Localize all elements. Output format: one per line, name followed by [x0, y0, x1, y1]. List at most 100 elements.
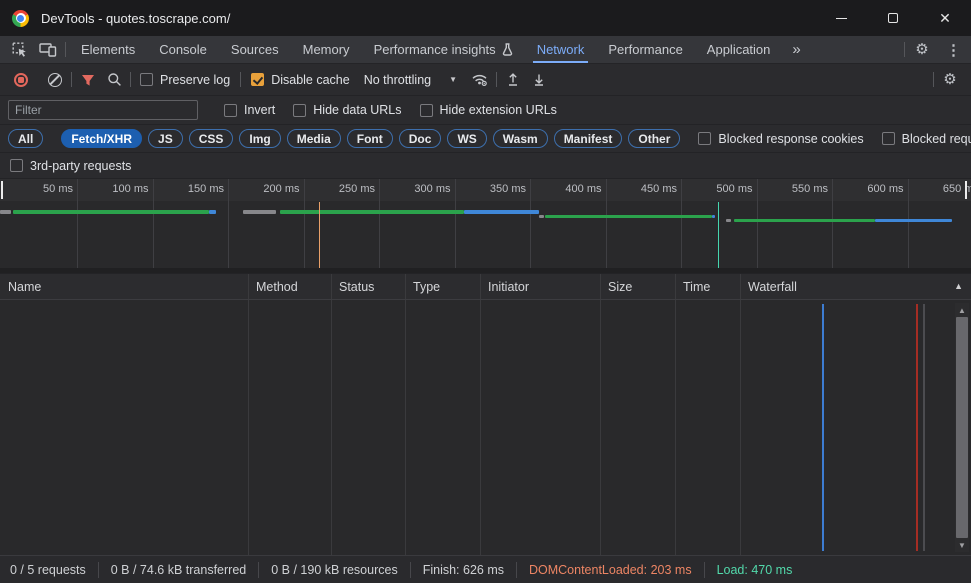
column-divider — [675, 300, 676, 555]
network-overview[interactable]: 50 ms100 ms150 ms200 ms250 ms300 ms350 m… — [0, 179, 971, 274]
filter-chip-font[interactable]: Font — [347, 129, 393, 148]
column-divider — [600, 300, 601, 555]
third-party-row: 3rd-party requests — [0, 153, 971, 179]
vertical-scrollbar[interactable]: ▲ ▼ — [955, 303, 969, 552]
ruler-label: 400 ms — [532, 183, 602, 195]
overview-request-bar — [0, 210, 11, 214]
column-header-size[interactable]: Size — [600, 274, 675, 299]
overview-handle-right[interactable] — [965, 181, 967, 199]
column-header-name[interactable]: Name — [0, 274, 248, 299]
filter-chip-other[interactable]: Other — [628, 129, 680, 148]
column-header-waterfall[interactable]: Waterfall — [740, 274, 971, 299]
column-divider — [480, 274, 481, 299]
filter-chip-all[interactable]: All — [8, 129, 43, 148]
tab-network[interactable]: Network — [525, 36, 597, 63]
network-settings-button[interactable]: ⚙ — [937, 68, 963, 92]
scroll-up-icon[interactable]: ▲ — [955, 303, 969, 317]
hide-extension-urls-checkbox[interactable]: Hide extension URLs — [420, 103, 557, 117]
search-button[interactable] — [101, 68, 127, 92]
network-toolbar: Preserve log Disable cache No throttling… — [0, 64, 971, 96]
separator — [65, 42, 66, 57]
column-divider — [740, 274, 741, 299]
tab-memory[interactable]: Memory — [291, 36, 362, 63]
chevron-down-icon: ▼ — [449, 75, 457, 84]
request-type-filters: All Fetch/XHR JS CSS Img Media Font Doc … — [0, 125, 971, 153]
ruler-label: 300 ms — [381, 183, 451, 195]
maximize-button[interactable] — [867, 0, 919, 36]
overview-handle-left[interactable] — [1, 181, 3, 199]
column-divider — [248, 274, 249, 299]
export-har-button[interactable] — [526, 68, 552, 92]
ruler-label: 250 ms — [305, 183, 375, 195]
blocked-requests-checkbox[interactable]: Blocked requests — [882, 132, 971, 146]
dom-content-loaded-time: DOMContentLoaded: 203 ms — [529, 563, 692, 577]
filter-row: Invert Hide data URLs Hide extension URL… — [0, 96, 971, 125]
third-party-requests-checkbox[interactable]: 3rd-party requests — [10, 159, 131, 173]
overview-request-bar — [875, 219, 952, 222]
funnel-icon — [81, 73, 95, 87]
inspect-element-button[interactable] — [6, 36, 34, 63]
column-divider — [331, 300, 332, 555]
filter-chip-media[interactable]: Media — [287, 129, 341, 148]
column-divider — [405, 274, 406, 299]
finish-time: Finish: 626 ms — [423, 563, 504, 577]
preserve-log-checkbox[interactable]: Preserve log — [140, 73, 230, 87]
minimize-button[interactable] — [815, 0, 867, 36]
close-button[interactable]: ✕ — [919, 0, 971, 36]
record-network-log-button[interactable] — [8, 68, 34, 92]
filter-chip-doc[interactable]: Doc — [399, 129, 442, 148]
chrome-logo-icon — [12, 10, 29, 27]
tab-elements[interactable]: Elements — [69, 36, 147, 63]
separator — [130, 72, 131, 87]
tab-application[interactable]: Application — [695, 36, 783, 63]
gear-icon: ⚙ — [915, 42, 928, 57]
column-header-type[interactable]: Type — [405, 274, 480, 299]
filter-chip-ws[interactable]: WS — [447, 129, 486, 148]
sort-ascending-icon[interactable]: ▲ — [954, 281, 963, 291]
column-header-method[interactable]: Method — [248, 274, 331, 299]
tab-performance[interactable]: Performance — [596, 36, 694, 63]
filter-toggle-button[interactable] — [75, 68, 101, 92]
tab-performance-insights[interactable]: Performance insights — [362, 36, 525, 63]
filter-input[interactable] — [8, 100, 198, 120]
hide-data-urls-checkbox[interactable]: Hide data URLs — [293, 103, 401, 117]
filter-chip-fetch-xhr[interactable]: Fetch/XHR — [61, 129, 142, 148]
network-conditions-button[interactable] — [467, 68, 493, 92]
main-menu-button[interactable]: ⋮ — [936, 41, 971, 59]
more-tabs-button[interactable]: » — [782, 36, 810, 63]
separator — [496, 72, 497, 87]
ruler-label: 600 ms — [834, 183, 904, 195]
requests-table-body[interactable]: ▲ ▼ — [0, 300, 971, 555]
overview-request-bar — [712, 215, 715, 218]
overview-request-bar — [539, 215, 544, 218]
filter-chip-wasm[interactable]: Wasm — [493, 129, 548, 148]
settings-button[interactable]: ⚙ — [908, 42, 936, 57]
tabbar-right-controls: ⚙ ⋮ — [901, 36, 971, 63]
column-divider — [480, 300, 481, 555]
blocked-response-cookies-checkbox[interactable]: Blocked response cookies — [698, 132, 863, 146]
filter-chip-css[interactable]: CSS — [189, 129, 234, 148]
filter-chip-manifest[interactable]: Manifest — [554, 129, 623, 148]
throttling-dropdown[interactable]: No throttling ▼ — [364, 73, 457, 87]
checkbox-unchecked — [698, 132, 711, 145]
devtools-window: DevTools - quotes.toscrape.com/ ✕ Elemen… — [0, 0, 971, 583]
dom-content-loaded-marker — [319, 202, 320, 268]
column-header-initiator[interactable]: Initiator — [480, 274, 600, 299]
tab-console[interactable]: Console — [147, 36, 219, 63]
filter-chip-img[interactable]: Img — [239, 129, 280, 148]
column-header-status[interactable]: Status — [331, 274, 405, 299]
tab-sources[interactable]: Sources — [219, 36, 291, 63]
scroll-down-icon[interactable]: ▼ — [955, 538, 969, 552]
clear-network-log-button[interactable] — [42, 68, 68, 92]
filter-chip-js[interactable]: JS — [148, 129, 183, 148]
scrollbar-thumb[interactable] — [956, 317, 968, 538]
disable-cache-checkbox[interactable]: Disable cache — [251, 73, 350, 87]
device-toolbar-button[interactable] — [34, 36, 62, 63]
overview-request-bar — [726, 219, 731, 222]
overview-request-bar — [13, 210, 209, 214]
column-header-time[interactable]: Time — [675, 274, 740, 299]
import-har-button[interactable] — [500, 68, 526, 92]
checkbox-unchecked — [420, 104, 433, 117]
invert-checkbox[interactable]: Invert — [224, 103, 275, 117]
ruler-label: 550 ms — [758, 183, 828, 195]
